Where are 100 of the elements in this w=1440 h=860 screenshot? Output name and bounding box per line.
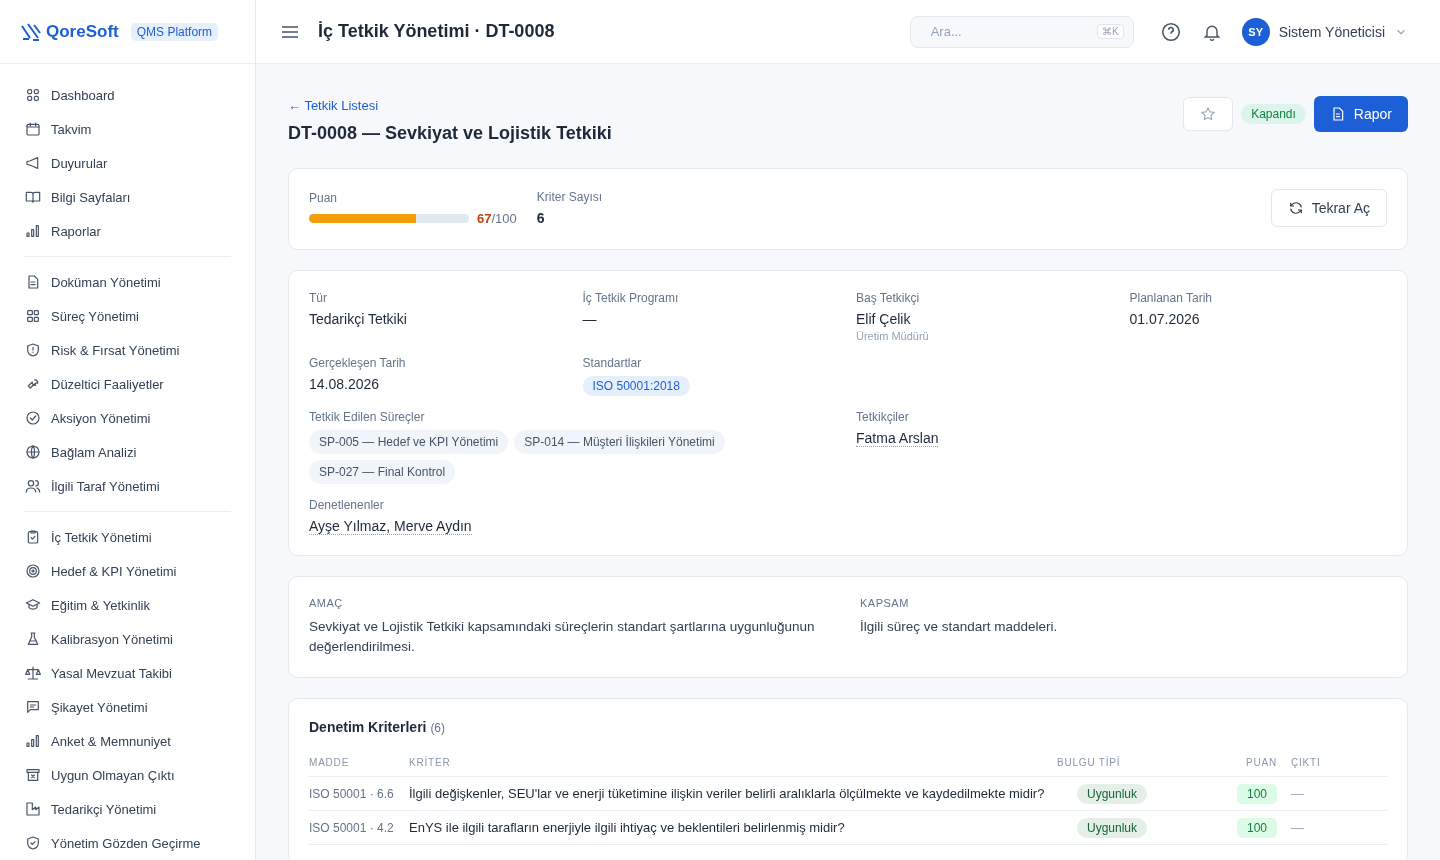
sidebar-item[interactable]: Kalibrasyon Yönetimi bbox=[24, 622, 231, 656]
sidebar-item[interactable]: Duyurular bbox=[24, 146, 231, 180]
score-value: 67/100 bbox=[477, 210, 517, 226]
finding-tag: Uygunluk bbox=[1077, 818, 1148, 838]
field-label: Standartlar bbox=[582, 356, 643, 370]
sidebar-item[interactable]: Yasal Mevzuat Takibi bbox=[24, 656, 231, 690]
sidebar-item[interactable]: Süreç Yönetimi bbox=[24, 299, 231, 333]
help-icon[interactable] bbox=[1159, 20, 1182, 43]
grid-icon bbox=[25, 87, 41, 103]
sidebar-item[interactable]: Takvim bbox=[24, 112, 231, 146]
process-tag: SP-014 — Müşteri İlişkileri Yönetimi bbox=[514, 430, 725, 454]
section-text: Sevkiyat ve Lojistik Tetkiki kapsamındaki süreçlerin standart şartlarına uygunluğunun değerlendirilmesi. bbox=[309, 618, 816, 656]
globe-icon bbox=[25, 444, 41, 460]
field-label: Tür bbox=[309, 291, 328, 305]
platform-badge: QMS Platform bbox=[130, 22, 219, 41]
section-label: KAPSAM bbox=[860, 597, 910, 609]
megaphone-icon bbox=[25, 155, 41, 171]
column-header: PUAN bbox=[1217, 751, 1277, 777]
field-value: — bbox=[582, 311, 598, 327]
back-link[interactable]: ← Tetkik Listesi bbox=[288, 98, 379, 113]
finding-tag: Uygunluk bbox=[1077, 784, 1148, 804]
bar-chart-icon bbox=[25, 223, 41, 239]
archive-icon bbox=[25, 767, 41, 783]
process-tag: SP-005 — Hedef ve KPI Yönetimi bbox=[309, 430, 509, 454]
user-avatar: SY bbox=[1241, 17, 1270, 46]
sidebar-item[interactable]: Tedarikçi Yönetimi bbox=[24, 792, 231, 826]
field-value: Tedarikçi Tetkiki bbox=[309, 311, 408, 327]
field-label: Gerçekleşen Tarih bbox=[309, 356, 407, 370]
user-menu[interactable]: SY Sistem Yöneticisi bbox=[1241, 17, 1408, 46]
clipboard-icon bbox=[25, 529, 41, 545]
field-value: 6 bbox=[536, 210, 546, 226]
factory-icon bbox=[25, 801, 41, 817]
page-header-title: İç Tetkik Yönetimi · DT-0008 bbox=[318, 21, 556, 42]
sidebar-item[interactable]: Dashboard bbox=[24, 78, 231, 112]
field-note: Üretim Müdürü bbox=[856, 330, 930, 342]
field-label: Baş Tetkikçi bbox=[856, 291, 921, 305]
logo-icon bbox=[20, 21, 42, 42]
graduation-cap-icon bbox=[25, 597, 41, 613]
calendar-icon bbox=[25, 121, 41, 137]
shield-check-icon bbox=[25, 835, 41, 851]
star-icon bbox=[1200, 106, 1217, 122]
field-value: 01.07.2026 bbox=[1129, 311, 1201, 327]
shield-icon bbox=[25, 342, 41, 358]
field-label: Tetkik Edilen Süreçler bbox=[309, 410, 426, 424]
sidebar-item[interactable]: İç Tetkik Yönetimi bbox=[24, 520, 231, 554]
field-value: Elif Çelik bbox=[856, 311, 912, 327]
sidebar-item[interactable]: Bilgi Sayfaları bbox=[24, 180, 231, 214]
field-label: Kriter Sayısı bbox=[536, 190, 603, 204]
report-button[interactable]: Rapor bbox=[1313, 96, 1408, 132]
message-icon bbox=[25, 699, 41, 715]
status-badge: Kapandı bbox=[1241, 104, 1306, 124]
sidebar-item[interactable]: Eğitim & Yetkinlik bbox=[24, 588, 231, 622]
sidebar-item[interactable]: Yönetim Gözden Geçirme bbox=[24, 826, 231, 860]
flask-icon bbox=[25, 631, 41, 647]
users-icon bbox=[25, 478, 41, 494]
sidebar-item[interactable]: Şikayet Yönetimi bbox=[24, 690, 231, 724]
score-tag: 100 bbox=[1236, 784, 1277, 804]
sidebar-item[interactable]: Raporlar bbox=[24, 214, 231, 248]
column-header: MADDE bbox=[309, 751, 409, 777]
scale-icon bbox=[25, 665, 41, 681]
criterion-cell: EnYS ile ilgili tarafların enerjiyle ilgili ihtiyaç ve beklentileri belirlenmiş midir? bbox=[409, 810, 1057, 845]
check-circle-icon bbox=[25, 410, 41, 426]
person-link[interactable]: Fatma Arslan bbox=[856, 430, 939, 447]
person-link[interactable]: Ayşe Yılmaz, Merve Aydın bbox=[309, 518, 472, 535]
section-text: İlgili süreç ve standart maddeleri. bbox=[860, 618, 1059, 636]
column-header: KRİTER bbox=[409, 751, 1057, 777]
sidebar-item[interactable]: İlgili Taraf Yönetimi bbox=[24, 469, 231, 503]
standard-tag: ISO 50001:2018 bbox=[582, 376, 690, 396]
sidebar-item[interactable]: Doküman Yönetimi bbox=[24, 265, 231, 299]
section-label: AMAÇ bbox=[309, 597, 344, 609]
sidebar-item[interactable]: Aksiyon Yönetimi bbox=[24, 401, 231, 435]
sidebar-item[interactable]: Anket & Memnuniyet bbox=[24, 724, 231, 758]
field-label: Planlanan Tarih bbox=[1129, 291, 1213, 305]
wrench-icon bbox=[25, 376, 41, 392]
book-icon bbox=[25, 189, 41, 205]
sidebar-item[interactable]: Düzeltici Faaliyetler bbox=[24, 367, 231, 401]
page-title: DT-0008 — Sevkiyat ve Lojistik Tetkiki bbox=[288, 123, 612, 144]
sidebar-item[interactable]: Hedef & KPI Yönetimi bbox=[24, 554, 231, 588]
column-header: ÇIKTI bbox=[1277, 751, 1387, 777]
criteria-title: Denetim Kriterleri (6) bbox=[309, 719, 447, 735]
reopen-button[interactable]: Tekrar Aç bbox=[1270, 189, 1387, 227]
criterion-cell: İlgili değişkenler, SEU'lar ve enerji tüketimine ilişkin veriler belirli aralıklarla ölçülmekte ve kaydedilmekte midir? bbox=[409, 776, 1057, 811]
bar-chart-icon bbox=[25, 733, 41, 749]
score-tag: 100 bbox=[1236, 818, 1277, 838]
field-label: İç Tetkik Programı bbox=[582, 291, 680, 305]
output-cell-text: — bbox=[1290, 786, 1304, 801]
field-label: Denetlenenler bbox=[309, 498, 385, 512]
field-label: Tetkikçiler bbox=[856, 410, 910, 424]
refresh-icon bbox=[1287, 200, 1304, 216]
document-icon bbox=[25, 274, 41, 290]
field-label: Puan bbox=[309, 190, 339, 205]
sidebar-item[interactable]: Bağlam Analizi bbox=[24, 435, 231, 469]
process-tag: SP-027 — Final Kontrol bbox=[309, 460, 456, 484]
sidebar-item[interactable]: Risk & Fırsat Yönetimi bbox=[24, 333, 231, 367]
target-icon bbox=[25, 563, 41, 579]
field-value: 14.08.2026 bbox=[309, 376, 381, 392]
grid-icon bbox=[25, 308, 41, 324]
sidebar-item[interactable]: Uygun Olmayan Çıktı bbox=[24, 758, 231, 792]
column-header: BULGU TİPİ bbox=[1057, 751, 1217, 777]
clause-cell: ISO 50001 · 4.2 bbox=[309, 810, 409, 845]
